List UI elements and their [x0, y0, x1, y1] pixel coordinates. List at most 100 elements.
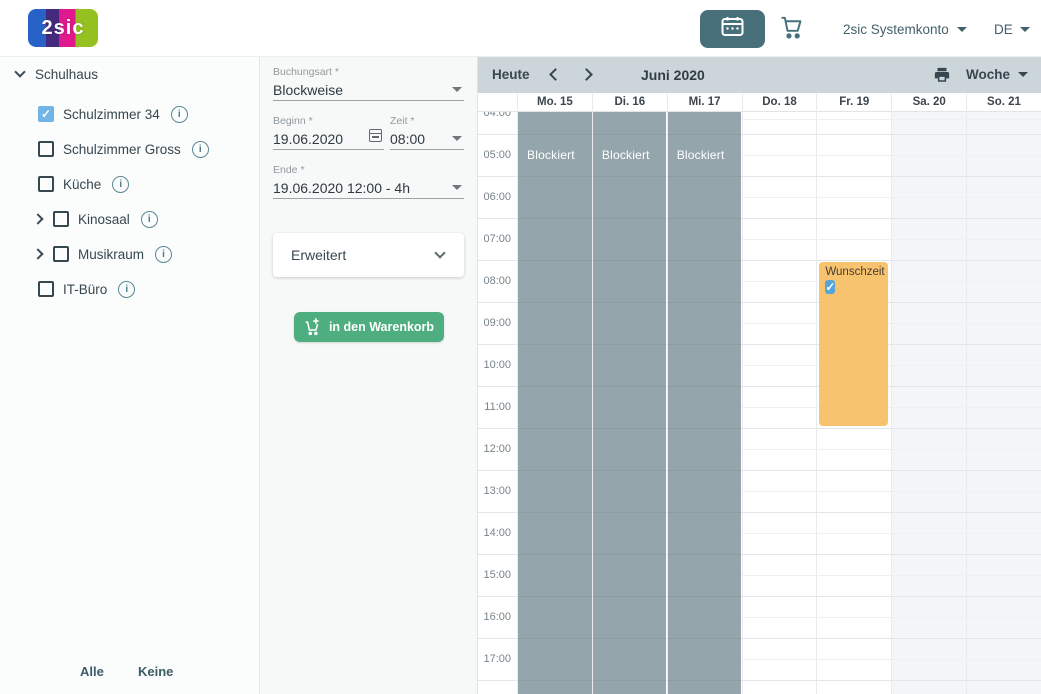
day-header[interactable]: Sa. 20: [891, 93, 966, 112]
advanced-expander[interactable]: Erweitert: [273, 233, 464, 277]
add-to-cart-button[interactable]: in den Warenkorb: [293, 312, 444, 342]
day-column-do[interactable]: [741, 112, 817, 694]
checkbox-schulzimmer-gross[interactable]: [38, 141, 54, 157]
booking-type-label: Buchungsart *: [273, 66, 339, 78]
chevron-down-icon: [1019, 26, 1030, 32]
blocked-event-mo[interactable]: Blockiert: [518, 112, 592, 694]
begin-label: Beginn *: [273, 115, 313, 127]
tree-root-label: Schulhaus: [35, 66, 99, 82]
booking-form-panel: Buchungsart * Blockweise Beginn * 19.06.…: [260, 57, 478, 694]
booking-type-value: Blockweise: [273, 82, 344, 98]
tree-item-musikraum: Musikraum i: [0, 243, 259, 265]
scheduler-grid[interactable]: 04:00 05:00 06:00 07:00 08:00 09:00 10:0…: [478, 112, 1041, 694]
day-column-so[interactable]: [966, 112, 1041, 694]
checkbox-kinosaal[interactable]: [53, 211, 69, 227]
time-label: Zeit *: [390, 115, 415, 127]
blocked-event-label: Blockiert: [676, 148, 725, 162]
account-label: 2sic Systemkonto: [843, 21, 949, 37]
info-icon[interactable]: i: [118, 280, 136, 298]
chevron-down-icon: [452, 87, 462, 92]
chevron-right-icon[interactable]: [32, 213, 44, 225]
cart-plus-icon: [303, 318, 322, 336]
cart-icon: [779, 14, 805, 45]
day-header[interactable]: Fr. 19: [816, 93, 891, 112]
tree-item-kueche: Küche i: [0, 173, 259, 195]
day-header[interactable]: Di. 16: [591, 93, 667, 112]
language-menu[interactable]: DE: [994, 20, 1030, 38]
wish-time-event[interactable]: Wunschzeit ✓: [819, 262, 889, 426]
cart-button[interactable]: [777, 15, 807, 43]
calendar-toolbar: Heute Juni 2020 Woche: [478, 57, 1041, 93]
booking-app: 2sic 2sic Systemkonto DE Schulhaus ✓ Sch…: [0, 0, 1041, 694]
begin-time-row: Beginn * 19.06.2020 Zeit * 08:00: [273, 116, 464, 150]
day-header[interactable]: So. 21: [966, 93, 1041, 112]
time-label: 08:00: [483, 275, 511, 287]
checkbox-kueche[interactable]: [38, 176, 54, 192]
select-all-button[interactable]: Alle: [80, 658, 104, 686]
info-icon[interactable]: i: [112, 175, 130, 193]
checkbox-it-buero[interactable]: [38, 281, 54, 297]
chevron-down-icon: [956, 26, 967, 32]
begin-date-field[interactable]: Beginn * 19.06.2020: [273, 116, 384, 150]
topbar: 2sic 2sic Systemkonto DE: [0, 0, 1041, 57]
tree-item-label: IT-Büro: [63, 281, 108, 297]
tree-item-label: Kinosaal: [78, 211, 130, 227]
time-label: 09:00: [483, 317, 511, 329]
prev-week-button[interactable]: [549, 68, 562, 81]
select-none-button[interactable]: Keine: [138, 658, 173, 686]
time-label: 06:00: [483, 191, 511, 203]
printer-icon[interactable]: [933, 66, 951, 84]
account-menu[interactable]: 2sic Systemkonto: [843, 20, 967, 38]
time-label: 05:00: [483, 149, 511, 161]
time-label: 10:00: [483, 359, 511, 371]
checkbox-musikraum[interactable]: [53, 246, 69, 262]
next-week-button[interactable]: [580, 68, 593, 81]
time-label: 17:00: [483, 653, 511, 665]
today-button[interactable]: Heute: [492, 67, 530, 82]
chevron-right-icon[interactable]: [32, 248, 44, 260]
2sic-logo[interactable]: 2sic: [28, 9, 98, 47]
blocked-event-di[interactable]: Blockiert: [592, 112, 667, 694]
chevron-down-icon: [1018, 72, 1029, 77]
logo-text: 2sic: [41, 16, 85, 39]
info-icon[interactable]: i: [155, 245, 173, 263]
tree-root-schulhaus[interactable]: Schulhaus: [0, 63, 259, 85]
time-label: 15:00: [483, 569, 511, 581]
end-value: 19.06.2020 12:00 - 4h: [273, 180, 411, 196]
time-label: 16:00: [483, 611, 511, 623]
day-header[interactable]: Do. 18: [741, 93, 817, 112]
info-icon[interactable]: i: [170, 105, 188, 123]
end-select[interactable]: Ende * 19.06.2020 12:00 - 4h: [273, 165, 464, 199]
info-icon[interactable]: i: [191, 140, 209, 158]
blocked-event-label: Blockiert: [601, 148, 650, 162]
day-header[interactable]: Mi. 17: [666, 93, 742, 112]
info-icon[interactable]: i: [140, 210, 158, 228]
time-label: 12:00: [483, 443, 511, 455]
room-tree-panel: Schulhaus ✓ Schulzimmer 34 i Schulzimmer…: [0, 57, 260, 694]
tree-item-label: Küche: [63, 176, 102, 192]
blocked-event-label: Blockiert: [527, 148, 575, 162]
wish-time-checkbox[interactable]: ✓: [825, 280, 836, 294]
day-header[interactable]: Mo. 15: [517, 93, 592, 112]
time-label: 04:00: [483, 112, 511, 119]
tree-item-schulzimmer-34: ✓ Schulzimmer 34 i: [0, 103, 259, 125]
calendar-icon[interactable]: [369, 129, 382, 142]
calendar-view-button[interactable]: [700, 10, 765, 48]
view-label: Woche: [966, 67, 1011, 82]
begin-value: 19.06.2020: [273, 131, 344, 147]
end-label: Ende *: [273, 164, 305, 176]
time-label: 07:00: [483, 233, 511, 245]
tree-item-label: Schulzimmer Gross: [63, 141, 181, 157]
begin-time-select[interactable]: Zeit * 08:00: [390, 116, 464, 150]
blocked-event-mi[interactable]: Blockiert: [667, 112, 742, 694]
time-label: 14:00: [483, 527, 511, 539]
calendar-icon: [721, 16, 744, 42]
checkbox-schulzimmer-34[interactable]: ✓: [38, 106, 54, 122]
booking-type-select[interactable]: Buchungsart * Blockweise: [273, 67, 464, 101]
time-label: 13:00: [483, 485, 511, 497]
time-label: 11:00: [484, 401, 511, 413]
tree-item-label: Musikraum: [78, 246, 145, 262]
chevron-down-icon: [434, 247, 446, 259]
view-switcher[interactable]: Woche: [966, 67, 1029, 82]
day-column-sa[interactable]: [891, 112, 967, 694]
